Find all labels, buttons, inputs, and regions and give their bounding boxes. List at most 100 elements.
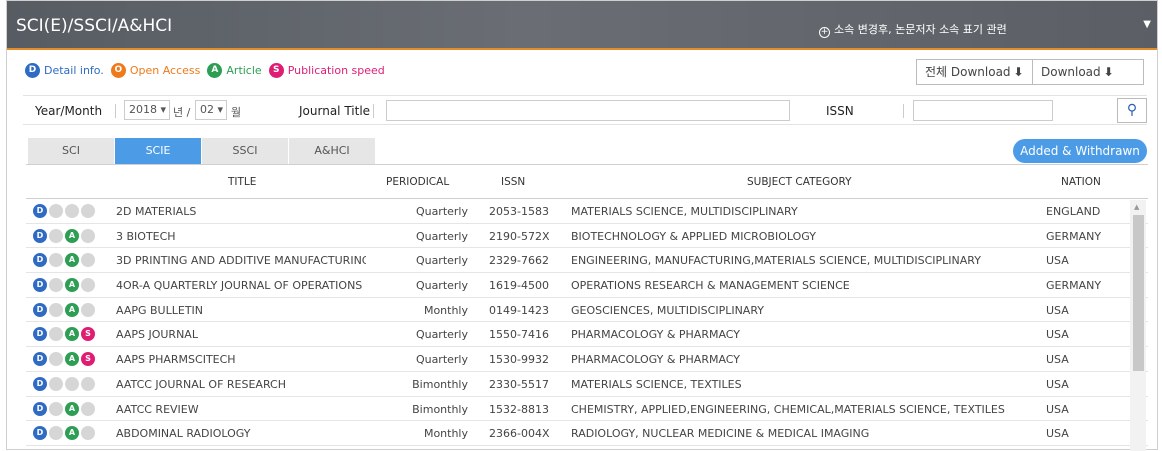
speed-badge-icon[interactable]: S bbox=[81, 327, 95, 342]
table-row[interactable]: D O A S AATCC JOURNAL OF RESEARCH Bimonthly 23… bbox=[26, 372, 1148, 397]
col-periodical[interactable]: PERIODICAL bbox=[386, 176, 449, 188]
article-badge-icon[interactable]: A bbox=[65, 426, 79, 441]
open-access-badge-icon: O bbox=[49, 278, 63, 293]
search-bar: Year/Month 2018 ▾ 년 / 02 ▾ 월 Journal Tit… bbox=[23, 95, 1147, 125]
issn-label: ISSN bbox=[826, 104, 854, 118]
row-title[interactable]: AAPS PHARMSCITECH bbox=[116, 353, 366, 366]
row-subject: PHARMACOLOGY & PHARMACY bbox=[571, 328, 740, 342]
detail-badge-icon: D bbox=[25, 63, 40, 78]
row-title[interactable]: 2D MATERIALS bbox=[116, 205, 366, 218]
row-title[interactable]: AATCC JOURNAL OF RESEARCH bbox=[116, 378, 366, 391]
row-subject: BIOTECHNOLOGY & APPLIED MICROBIOLOGY bbox=[571, 229, 816, 243]
col-issn[interactable]: ISSN bbox=[501, 176, 525, 188]
table-row[interactable]: D O A S 4OR-A QUARTERLY JOURNAL OF OPERATION… bbox=[26, 273, 1148, 298]
year-month-label: Year/Month bbox=[35, 104, 103, 118]
tab-ssci[interactable]: SSCI bbox=[202, 138, 288, 164]
year-unit: 년 / bbox=[173, 106, 191, 119]
table-row[interactable]: DOAS 3 BIOTECH Quarterly 2190-572X BIOTECHNO… bbox=[26, 224, 1148, 249]
row-badges: DOAS bbox=[33, 228, 97, 243]
row-periodical: Bimonthly bbox=[412, 377, 468, 391]
tab-ahci[interactable]: A&HCI bbox=[289, 138, 375, 164]
row-title[interactable]: 3D PRINTING AND ADDITIVE MANUFACTURING bbox=[116, 254, 366, 267]
article-badge-icon[interactable]: A bbox=[65, 253, 79, 268]
row-issn: 2329-7662 bbox=[489, 254, 549, 268]
row-title[interactable]: AATCC REVIEW bbox=[116, 403, 366, 416]
row-issn: 2190-572X bbox=[489, 229, 550, 243]
open-access-badge-icon: O bbox=[49, 302, 63, 317]
added-withdrawn-button[interactable]: Added & Withdrawn bbox=[1013, 139, 1147, 163]
legend-open-access-label: Open Access bbox=[129, 64, 201, 77]
article-badge-icon[interactable]: A bbox=[65, 302, 79, 317]
table-row[interactable]: D O A S AAPS PHARMSCITECH Quarterly 1530-9932 P… bbox=[26, 347, 1148, 372]
col-subject[interactable]: SUBJECT CATEGORY bbox=[747, 176, 852, 188]
scroll-up-icon[interactable]: ▲ bbox=[1134, 203, 1139, 211]
col-title[interactable]: TITLE bbox=[228, 176, 256, 188]
article-badge-icon[interactable]: A bbox=[65, 278, 79, 293]
speed-badge-icon[interactable]: S bbox=[81, 352, 95, 367]
row-title[interactable]: ABDOMINAL RADIOLOGY bbox=[116, 427, 366, 440]
download-button[interactable]: Download ⬇ bbox=[1032, 59, 1144, 85]
detail-badge-icon[interactable]: D bbox=[33, 352, 47, 367]
article-badge-icon[interactable]: A bbox=[65, 327, 79, 342]
detail-badge-icon[interactable]: D bbox=[33, 204, 47, 218]
speed-badge-icon: S bbox=[81, 278, 95, 293]
article-badge-icon[interactable]: A bbox=[65, 228, 79, 243]
table-header: TITLE PERIODICAL ISSN SUBJECT CATEGORY N… bbox=[26, 165, 1148, 199]
col-nation[interactable]: NATION bbox=[1061, 176, 1101, 188]
tab-sci[interactable]: SCI bbox=[28, 138, 114, 164]
index-tabs: SCI SCIE SSCI A&HCI bbox=[28, 138, 376, 164]
row-issn: 2053-1583 bbox=[489, 205, 549, 218]
detail-badge-icon[interactable]: D bbox=[33, 401, 47, 416]
row-subject: CHEMISTRY, APPLIED,ENGINEERING, CHEMICAL… bbox=[571, 402, 1005, 416]
tab-scie[interactable]: SCIE bbox=[115, 138, 201, 164]
legend-speed-label: Publication speed bbox=[287, 64, 385, 77]
row-nation: GERMANY bbox=[1046, 229, 1102, 243]
table-row[interactable]: D O A S AATCC REVIEW Bimonthly 1532-8813 CHEMIS… bbox=[26, 397, 1148, 422]
table-row[interactable]: D O A S 3D PRINTING AND ADDITIVE MANUFACTURI… bbox=[26, 248, 1148, 274]
chevron-down-icon[interactable]: ▼ bbox=[1143, 19, 1151, 30]
table-row[interactable]: D O A S AAPG BULLETIN Monthly 0149-1423 GEOSCIE… bbox=[26, 298, 1148, 323]
table-row[interactable]: D O A S AAPS JOURNAL Quarterly 1550-7416 PHARMA… bbox=[26, 322, 1148, 348]
download-icon: ⬇ bbox=[1013, 65, 1024, 79]
month-select[interactable]: 02 ▾ bbox=[195, 100, 227, 120]
download-label: Download bbox=[1041, 65, 1101, 79]
article-badge-icon: A bbox=[65, 204, 79, 218]
open-access-badge-icon: O bbox=[49, 426, 63, 441]
search-button[interactable]: ⚲ bbox=[1117, 98, 1147, 123]
open-access-badge-icon: O bbox=[49, 204, 63, 218]
badge-legend: D Detail info. O Open Access A Article S Pub… bbox=[25, 63, 392, 78]
detail-badge-icon[interactable]: D bbox=[33, 253, 47, 268]
row-periodical: Quarterly bbox=[415, 279, 468, 293]
detail-badge-icon[interactable]: D bbox=[33, 278, 47, 293]
row-title[interactable]: 3 BIOTECH bbox=[116, 230, 366, 243]
scrollbar-thumb[interactable] bbox=[1133, 215, 1144, 371]
download-all-button[interactable]: 전체 Download ⬇ bbox=[916, 59, 1033, 85]
article-badge-icon[interactable]: A bbox=[65, 401, 79, 416]
table-row[interactable]: D O A S 2D MATERIALS Quarterly 2053-1583 MATERI… bbox=[26, 199, 1148, 224]
row-subject: ENGINEERING, MANUFACTURING,MATERIALS SCI… bbox=[571, 254, 981, 268]
detail-badge-icon[interactable]: D bbox=[33, 302, 47, 317]
affiliation-notice-label: 소속 변경후, 논문저자 소속 표기 관련 bbox=[834, 23, 1007, 36]
row-title[interactable]: 4OR-A QUARTERLY JOURNAL OF OPERATIONS RE… bbox=[116, 279, 366, 292]
detail-badge-icon[interactable]: D bbox=[33, 228, 47, 243]
row-title[interactable]: AAPS JOURNAL bbox=[116, 328, 366, 341]
row-badges: DOAS bbox=[33, 376, 97, 391]
issn-input[interactable] bbox=[913, 100, 1053, 121]
row-title[interactable]: AAPG BULLETIN bbox=[116, 304, 366, 317]
article-badge-icon[interactable]: A bbox=[65, 352, 79, 367]
row-periodical: Monthly bbox=[423, 427, 468, 441]
detail-badge-icon[interactable]: D bbox=[33, 327, 47, 342]
open-access-badge-icon: O bbox=[49, 253, 63, 268]
legend-detail-label: Detail info. bbox=[44, 64, 104, 77]
affiliation-notice-link[interactable]: + 소속 변경후, 논문저자 소속 표기 관련 bbox=[819, 21, 1007, 38]
year-select[interactable]: 2018 ▾ bbox=[124, 100, 170, 120]
detail-badge-icon[interactable]: D bbox=[33, 376, 47, 391]
page-title: SCI(E)/SSCI/A&HCI bbox=[16, 16, 173, 36]
legend-article: A Article bbox=[207, 63, 262, 78]
scrollbar[interactable]: ▲ bbox=[1130, 200, 1146, 451]
journal-title-input[interactable] bbox=[386, 100, 790, 121]
detail-badge-icon[interactable]: D bbox=[33, 426, 47, 441]
table-row[interactable]: D O A S ABDOMINAL RADIOLOGY Monthly 2366-004X R… bbox=[26, 421, 1148, 446]
speed-badge-icon: S bbox=[81, 376, 95, 391]
row-periodical: Quarterly bbox=[415, 205, 468, 218]
